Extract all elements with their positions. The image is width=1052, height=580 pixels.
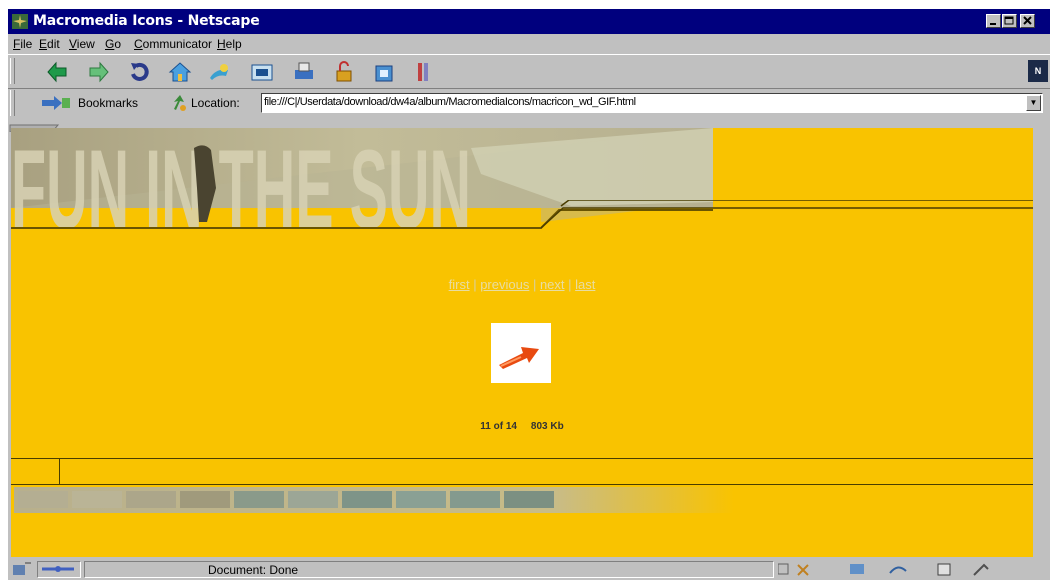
connection-icon [13, 562, 31, 575]
reload-icon[interactable] [128, 60, 152, 84]
divider-line [11, 458, 1033, 459]
navigation-toolbar: N [8, 54, 1050, 89]
status-bar: Document: Done [8, 559, 1050, 580]
divider-line [11, 484, 1033, 485]
menu-bar: File Edit View Go Communicator Help [8, 34, 1050, 53]
maximize-button[interactable] [1002, 14, 1017, 28]
arrow-icon [499, 347, 539, 369]
image-position: 11 of 14 [480, 421, 517, 432]
next-link[interactable]: next [540, 277, 565, 292]
bookmarks-icon[interactable] [40, 94, 74, 112]
browser-window: Macromedia Icons - Netscape File Edit Vi… [8, 9, 1050, 580]
component-bar [778, 563, 989, 576]
search-icon[interactable] [208, 60, 232, 84]
minimize-icon [990, 23, 996, 25]
menu-communicator[interactable]: Communicator [134, 37, 212, 51]
image-counter: 11 of 14 803 Kb [11, 421, 1033, 432]
menu-view[interactable]: View [69, 37, 95, 51]
url-field[interactable]: file:///C|/Userdata/download/dw4a/album/… [261, 93, 1043, 113]
location-icon[interactable] [171, 93, 189, 113]
home-icon[interactable] [168, 60, 192, 84]
print-icon[interactable] [292, 60, 316, 84]
divider-line [59, 458, 60, 484]
shop-icon[interactable] [372, 60, 396, 84]
file-size: 803 Kb [530, 421, 564, 432]
minimize-button[interactable] [986, 14, 1001, 28]
title-bar[interactable]: Macromedia Icons - Netscape [8, 9, 1050, 34]
status-text: Document: Done [208, 563, 299, 577]
banner-lines [541, 200, 1033, 229]
menu-file[interactable]: File [13, 37, 32, 51]
close-button[interactable] [1020, 14, 1035, 28]
page-content: FUN IN THE SUN first | previous | next |… [11, 128, 1033, 557]
location-label: Location: [191, 96, 240, 110]
netscape-guide-icon[interactable] [250, 60, 274, 84]
stop-icon[interactable] [412, 60, 436, 84]
security-icon[interactable] [332, 60, 356, 84]
dropdown-arrow-icon: ▼ [1029, 98, 1038, 107]
first-link[interactable]: first [449, 277, 470, 292]
url-text[interactable]: file:///C|/Userdata/download/dw4a/album/… [264, 96, 636, 108]
forward-icon[interactable] [86, 60, 110, 84]
toolbar-grip[interactable] [10, 90, 15, 116]
album-navigation: first | previous | next | last [448, 277, 596, 292]
menu-help[interactable]: Help [217, 37, 242, 51]
location-toolbar: Bookmarks Location: file:///C|/Userdata/… [8, 88, 1050, 119]
previous-link[interactable]: previous [480, 277, 529, 292]
menu-file-label: ile [20, 37, 33, 51]
netscape-n-icon: N [1034, 66, 1042, 76]
thumbnail-strip [14, 487, 734, 513]
url-dropdown-button[interactable]: ▼ [1026, 95, 1041, 111]
progress-indicator [37, 561, 81, 578]
netscape-logo[interactable]: N [1028, 60, 1048, 82]
close-icon [1023, 16, 1032, 25]
status-text-panel [84, 561, 774, 578]
menu-go[interactable]: Go [105, 37, 121, 51]
toolbar-grip[interactable] [10, 58, 15, 84]
banner-text: FUN IN THE SUN [11, 128, 471, 238]
bookmarks-button[interactable]: Bookmarks [78, 96, 138, 110]
netscape-app-icon [12, 14, 28, 29]
progress-bar [42, 566, 74, 572]
image-thumbnail[interactable] [491, 323, 551, 383]
back-icon[interactable] [46, 60, 70, 84]
last-link[interactable]: last [575, 277, 595, 292]
window-title: Macromedia Icons - Netscape [33, 13, 260, 29]
menu-edit[interactable]: Edit [39, 37, 60, 51]
maximize-icon [1004, 16, 1014, 25]
collapsed-toolbar-tab[interactable] [8, 119, 1050, 133]
